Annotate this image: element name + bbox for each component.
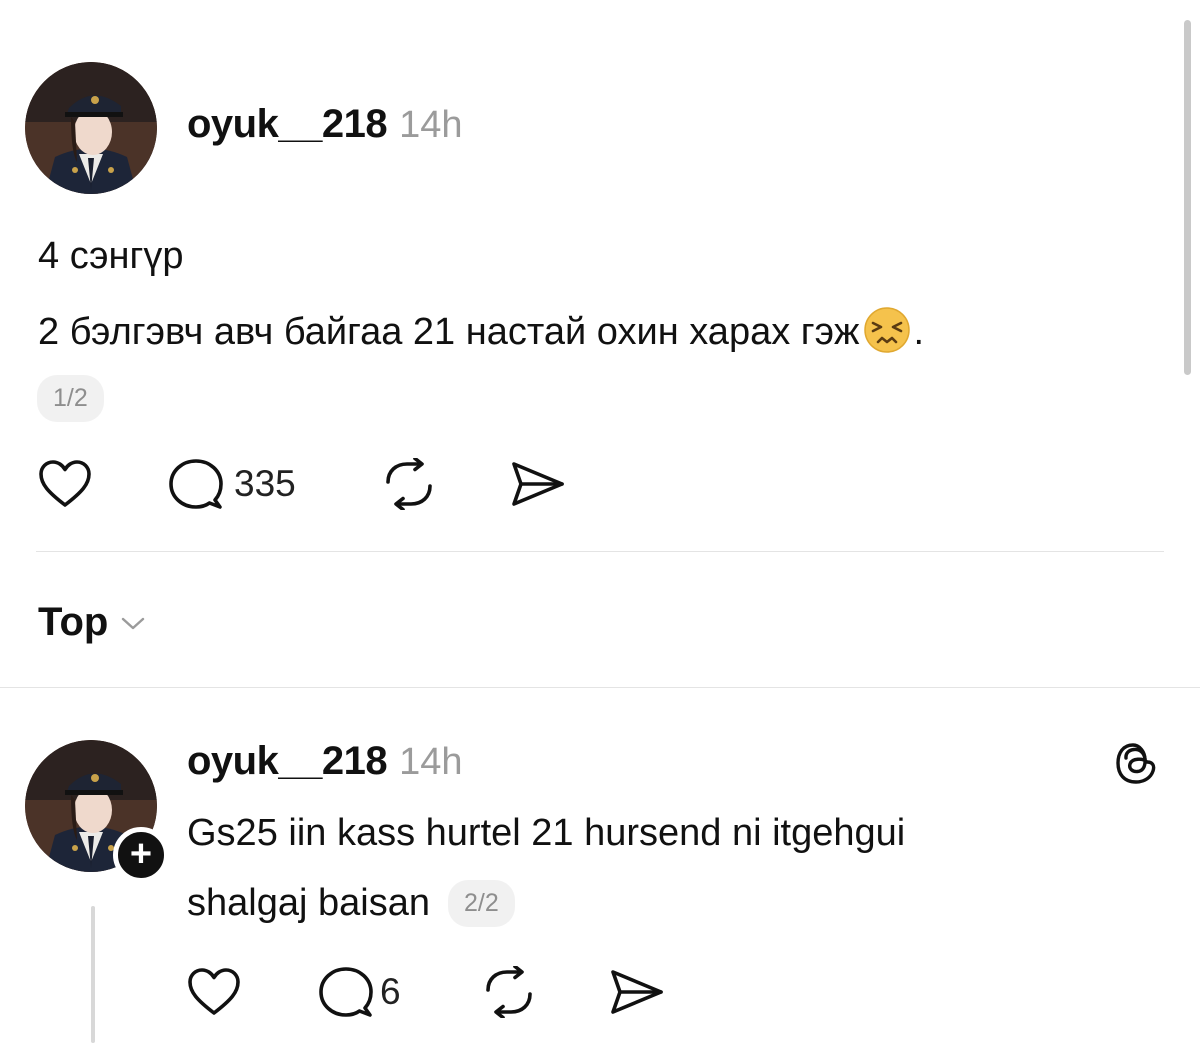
heart-icon [188, 968, 240, 1015]
post-line-2: 2 бэлгэвч авч байгаа 21 настай охин хара… [38, 306, 924, 356]
reply-share-button[interactable] [609, 968, 665, 1021]
heart-icon [39, 460, 91, 507]
persevering-face-emoji [864, 307, 911, 353]
plus-icon: + [129, 833, 153, 875]
reply-line-2: shalgaj baisan [187, 882, 430, 924]
repost-icon [386, 456, 432, 512]
comment-button[interactable]: 335 [168, 458, 296, 510]
scrollbar[interactable] [1184, 20, 1191, 375]
post-header: oyuk__218 14h [187, 102, 463, 147]
reply-header: oyuk__218 14h [187, 739, 463, 784]
post-line-2-end: . [913, 311, 924, 353]
send-icon [611, 970, 663, 1014]
comment-bubble-icon [319, 967, 373, 1017]
threads-logo-icon [1116, 743, 1156, 784]
reply-time: 14h [399, 741, 463, 783]
post-divider [36, 551, 1164, 552]
reply-reply-count: 6 [380, 971, 401, 1012]
chevron-down-icon [122, 617, 145, 629]
post-pager-badge: 1/2 [37, 375, 104, 422]
thread-line [91, 906, 95, 1043]
threads-logo[interactable] [1112, 738, 1162, 793]
post-line-2-text: 2 бэлгэвч авч байгаа 21 настай охин хара… [38, 311, 860, 353]
reply-like-button[interactable] [187, 967, 241, 1022]
post-line-1: 4 сэнгүр [38, 235, 184, 277]
reply-repost-button[interactable] [481, 964, 537, 1023]
reply-username[interactable]: oyuk__218 [187, 739, 388, 783]
post-time: 14h [399, 104, 463, 146]
follow-button[interactable]: + [113, 827, 169, 883]
reply-comment-button[interactable]: 6 [318, 966, 401, 1018]
like-button[interactable] [38, 459, 92, 514]
sort-label: Top [38, 600, 109, 644]
post-username[interactable]: oyuk__218 [187, 102, 388, 146]
send-icon [512, 462, 564, 506]
repost-button[interactable] [381, 456, 437, 515]
avatar-photo [25, 62, 157, 194]
reply-line-1: Gs25 iin kass hurtel 21 hursend ni itgeh… [187, 812, 906, 854]
comment-bubble-icon [169, 459, 223, 509]
reply-line-2-row: shalgaj baisan 2/2 [187, 879, 515, 927]
reply-pager-badge: 2/2 [447, 879, 515, 927]
share-button[interactable] [510, 460, 566, 513]
post-reply-count: 335 [234, 463, 296, 504]
section-divider [0, 687, 1200, 688]
post-avatar[interactable] [25, 62, 157, 194]
repost-icon [486, 964, 532, 1020]
sort-dropdown[interactable]: Top [38, 600, 148, 645]
